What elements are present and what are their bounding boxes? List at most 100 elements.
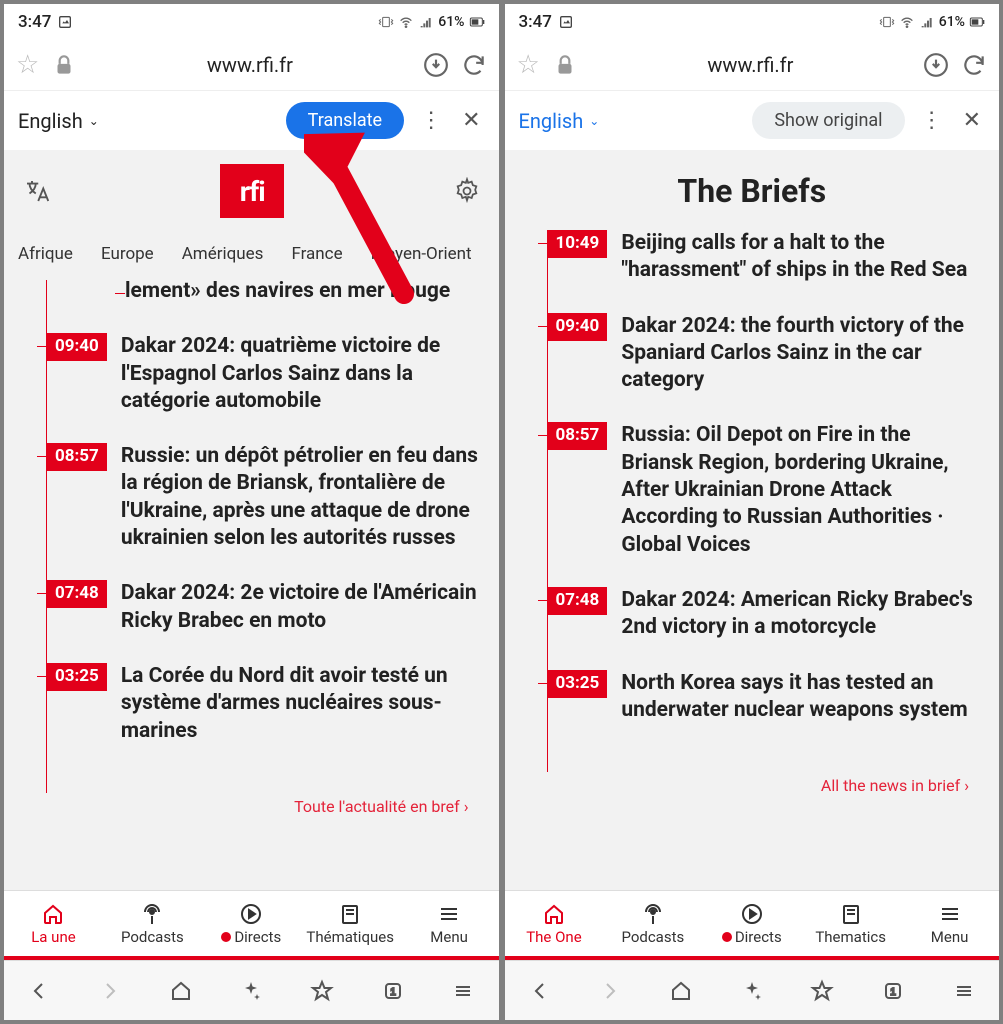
news-item[interactable]: 09:40 Dakar 2024: quatrième victoire de … bbox=[47, 333, 485, 415]
download-icon[interactable] bbox=[923, 52, 949, 78]
reload-icon[interactable] bbox=[961, 52, 987, 78]
translate-page-icon[interactable] bbox=[22, 176, 52, 206]
signal-icon bbox=[919, 14, 935, 30]
ai-sparkle-button[interactable] bbox=[239, 979, 263, 1003]
nav-home[interactable]: The One bbox=[505, 891, 604, 956]
more-options-icon[interactable]: ⋮ bbox=[414, 108, 448, 133]
site-bottom-nav: The One Podcasts Directs Thematics Menu bbox=[505, 890, 1000, 960]
lock-icon bbox=[51, 52, 77, 78]
news-item[interactable]: lement» des navires en mer Rouge bbox=[125, 280, 485, 305]
news-item[interactable]: 09:40 Dakar 2024: the fourth victory of … bbox=[548, 313, 986, 395]
forward-button[interactable] bbox=[98, 979, 122, 1003]
gear-icon[interactable] bbox=[453, 177, 481, 205]
show-original-button[interactable]: Show original bbox=[752, 102, 904, 139]
timeline: lement» des navires en mer Rouge 09:40 D… bbox=[46, 280, 485, 793]
tab-ameriques[interactable]: Amériques bbox=[168, 238, 278, 270]
nav-menu[interactable]: Menu bbox=[400, 891, 499, 956]
nav-live[interactable]: Directs bbox=[202, 891, 301, 956]
browser-menu-button[interactable] bbox=[952, 979, 976, 1003]
close-icon[interactable]: ✕ bbox=[959, 108, 985, 133]
news-item[interactable]: 10:49 Beijing calls for a halt to the "h… bbox=[548, 230, 986, 285]
reload-icon[interactable] bbox=[461, 52, 487, 78]
chevron-down-icon: ⌄ bbox=[89, 114, 99, 128]
news-item[interactable]: 03:25 La Corée du Nord dit avoir testé u… bbox=[47, 663, 485, 745]
timeline: 10:49 Beijing calls for a halt to the "h… bbox=[547, 230, 986, 772]
headline: Russie: un dépôt pétrolier en feu dans l… bbox=[121, 443, 485, 552]
page-title: The Briefs bbox=[519, 150, 986, 230]
back-button[interactable] bbox=[528, 979, 552, 1003]
bookmarks-button[interactable] bbox=[310, 979, 334, 1003]
news-content[interactable]: The Briefs 10:49 Beijing calls for a hal… bbox=[505, 150, 1000, 890]
bookmark-star-icon[interactable]: ☆ bbox=[16, 50, 39, 80]
ai-sparkle-button[interactable] bbox=[740, 979, 764, 1003]
download-icon[interactable] bbox=[423, 52, 449, 78]
more-link[interactable]: All the news in brief › bbox=[519, 772, 986, 797]
bookmarks-button[interactable] bbox=[810, 979, 834, 1003]
play-icon bbox=[740, 902, 764, 926]
time-badge: 09:40 bbox=[47, 333, 107, 361]
nav-thematics[interactable]: Thematics bbox=[801, 891, 900, 956]
tab-afrique[interactable]: Afrique bbox=[4, 238, 87, 270]
browser-menu-button[interactable] bbox=[451, 979, 475, 1003]
more-link[interactable]: Toute l'actualité en bref › bbox=[18, 793, 485, 818]
signal-icon bbox=[418, 14, 434, 30]
tab-europe[interactable]: Europe bbox=[87, 238, 168, 270]
headline: North Korea says it has tested an underw… bbox=[621, 670, 985, 725]
headline: Russia: Oil Depot on Fire in the Briansk… bbox=[621, 422, 985, 558]
language-select[interactable]: English ⌄ bbox=[18, 109, 99, 133]
menu-icon bbox=[437, 902, 461, 926]
lock-icon bbox=[552, 52, 578, 78]
chevron-down-icon: ⌄ bbox=[589, 114, 599, 128]
nav-podcasts[interactable]: Podcasts bbox=[603, 891, 702, 956]
home-icon bbox=[41, 902, 65, 926]
more-options-icon[interactable]: ⋮ bbox=[915, 108, 949, 133]
nav-podcasts[interactable]: Podcasts bbox=[103, 891, 202, 956]
translate-button[interactable]: Translate bbox=[286, 102, 404, 139]
browser-home-button[interactable] bbox=[169, 979, 193, 1003]
rfi-logo[interactable]: rfi bbox=[220, 164, 284, 218]
news-content[interactable]: lement» des navires en mer Rouge 09:40 D… bbox=[4, 280, 499, 890]
battery-icon bbox=[969, 14, 985, 30]
nav-thematics[interactable]: Thématiques bbox=[301, 891, 400, 956]
headline: lement» des navires en mer Rouge bbox=[125, 280, 450, 305]
url-text[interactable]: www.rfi.fr bbox=[590, 53, 911, 77]
tab-france[interactable]: France bbox=[277, 238, 356, 270]
tab-moyen-orient[interactable]: Moyen-Orient bbox=[357, 238, 486, 270]
news-item[interactable]: 08:57 Russia: Oil Depot on Fire in the B… bbox=[548, 422, 986, 558]
time-badge: 07:48 bbox=[47, 580, 107, 608]
forward-button[interactable] bbox=[598, 979, 622, 1003]
news-icon bbox=[338, 902, 362, 926]
language-label: English bbox=[519, 109, 584, 133]
screenshot-icon bbox=[57, 14, 73, 30]
browser-home-button[interactable] bbox=[669, 979, 693, 1003]
bookmark-star-icon[interactable]: ☆ bbox=[517, 50, 540, 80]
tabs-button[interactable]: 1 bbox=[381, 979, 405, 1003]
status-bar: 3:47 61% bbox=[505, 4, 1000, 40]
wifi-icon bbox=[899, 14, 915, 30]
nav-menu[interactable]: Menu bbox=[900, 891, 999, 956]
time-badge: 08:57 bbox=[548, 422, 608, 450]
news-item[interactable]: 07:48 Dakar 2024: American Ricky Brabec'… bbox=[548, 587, 986, 642]
wifi-icon bbox=[398, 14, 414, 30]
headline: Dakar 2024: quatrième victoire de l'Espa… bbox=[121, 333, 485, 415]
time-badge: 08:57 bbox=[47, 443, 107, 471]
home-icon bbox=[542, 902, 566, 926]
language-select[interactable]: English ⌄ bbox=[519, 109, 600, 133]
news-item[interactable]: 08:57 Russie: un dépôt pétrolier en feu … bbox=[47, 443, 485, 552]
podcast-icon bbox=[140, 902, 164, 926]
news-item[interactable]: 07:48 Dakar 2024: 2e victoire de l'Améri… bbox=[47, 580, 485, 635]
play-icon bbox=[239, 902, 263, 926]
close-icon[interactable]: ✕ bbox=[458, 108, 484, 133]
url-bar: ☆ www.rfi.fr bbox=[505, 40, 1000, 90]
news-item[interactable]: 03:25 North Korea says it has tested an … bbox=[548, 670, 986, 725]
tabs-button[interactable]: 1 bbox=[881, 979, 905, 1003]
nav-home[interactable]: La une bbox=[4, 891, 103, 956]
news-icon bbox=[839, 902, 863, 926]
region-tabs[interactable]: Afrique Europe Amériques France Moyen-Or… bbox=[4, 232, 499, 280]
url-text[interactable]: www.rfi.fr bbox=[89, 53, 410, 77]
back-button[interactable] bbox=[27, 979, 51, 1003]
nav-live[interactable]: Directs bbox=[702, 891, 801, 956]
status-bar: 3:47 61% bbox=[4, 4, 499, 40]
podcast-icon bbox=[641, 902, 665, 926]
headline: Dakar 2024: American Ricky Brabec's 2nd … bbox=[621, 587, 985, 642]
